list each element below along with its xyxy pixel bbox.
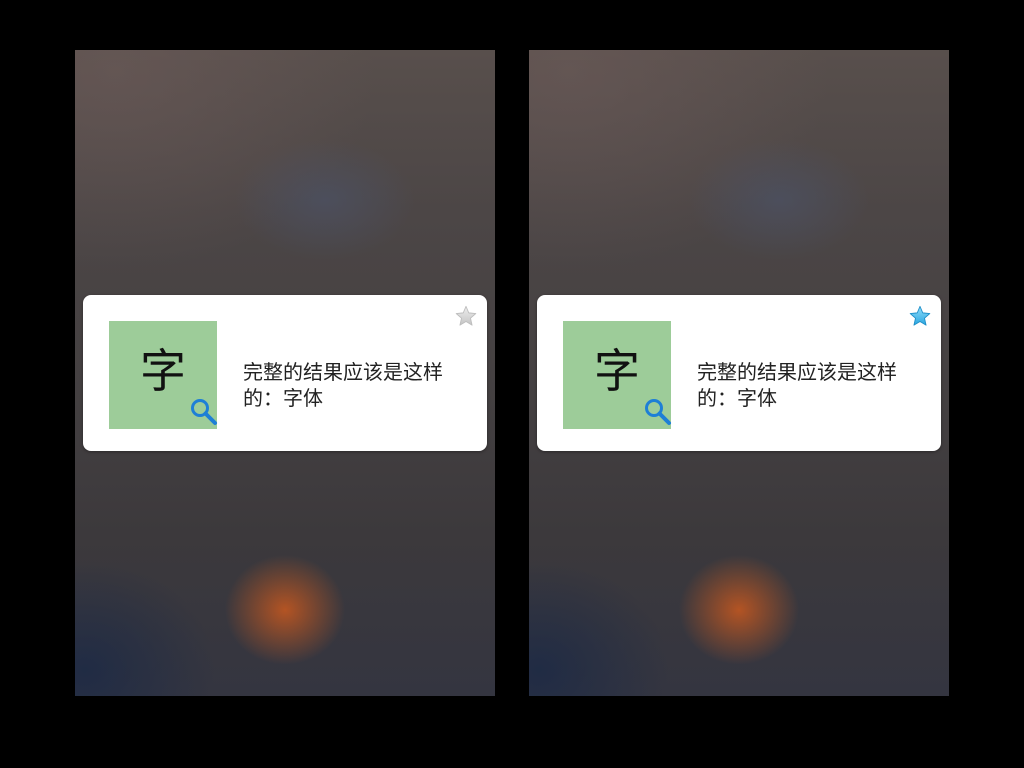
screen-starred: 字 完整的结果应该是这样的：字体 <box>529 50 949 696</box>
character-thumbnail[interactable]: 字 <box>109 321 217 429</box>
magnifier-icon <box>191 399 217 425</box>
thumbnail-character: 字 <box>140 344 186 398</box>
star-outline-icon[interactable] <box>455 305 477 327</box>
result-card[interactable]: 字 完整的结果应该是这样的：字体 <box>83 295 487 451</box>
thumbnail-character: 字 <box>594 344 640 398</box>
result-card[interactable]: 字 完整的结果应该是这样的：字体 <box>537 295 941 451</box>
magnifier-icon <box>645 399 671 425</box>
result-text: 完整的结果应该是这样的：字体 <box>243 360 443 410</box>
character-thumbnail[interactable]: 字 <box>563 321 671 429</box>
result-text: 完整的结果应该是这样的：字体 <box>697 360 897 410</box>
star-filled-icon[interactable] <box>909 305 931 327</box>
screen-unstarred: 字 完整的结果应该是这样的：字体 <box>75 50 495 696</box>
screenshot-stage: 字 完整的结果应该是这样的：字体 字 完整的结果应该是这样的：字体 <box>0 0 1024 768</box>
